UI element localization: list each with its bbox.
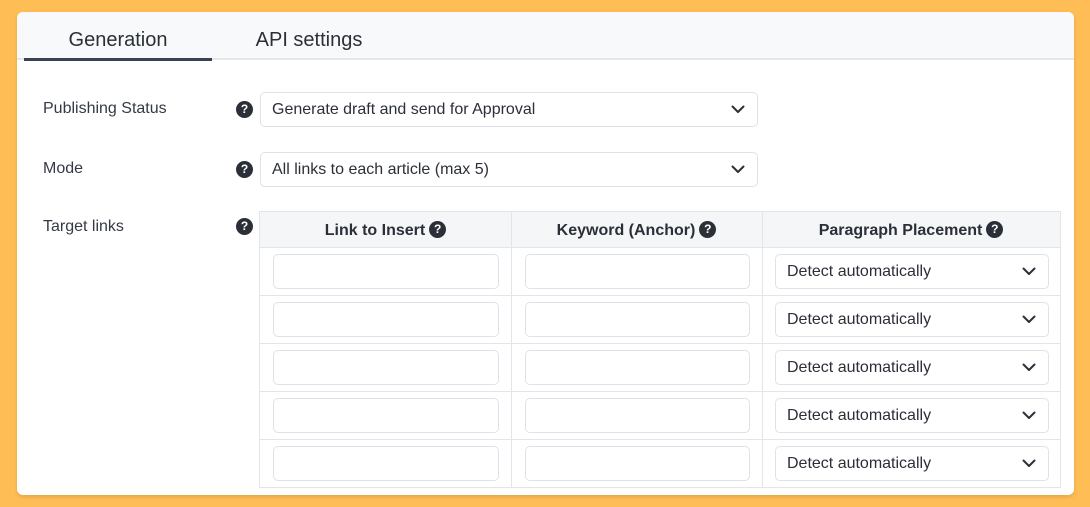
placement-value-5: Detect automatically	[787, 455, 932, 472]
target-links-label: Target links	[43, 218, 124, 235]
target-links-help-icon[interactable]: ?	[236, 218, 253, 235]
row-divider	[260, 295, 1060, 296]
link-input-4[interactable]	[273, 398, 499, 433]
placement-value-1: Detect automatically	[787, 263, 932, 280]
column-divider	[511, 212, 512, 487]
placement-select-5[interactable]: Detect automatically	[775, 446, 1049, 481]
column-divider	[762, 212, 763, 487]
placement-value-2: Detect automatically	[787, 311, 932, 328]
row-divider	[260, 343, 1060, 344]
placement-value-3: Detect automatically	[787, 359, 932, 376]
placement-select-3[interactable]: Detect automatically	[775, 350, 1049, 385]
mode-value: All links to each article (max 5)	[272, 161, 489, 178]
row-divider	[260, 391, 1060, 392]
placement-value-4: Detect automatically	[787, 407, 932, 424]
link-input-1[interactable]	[273, 254, 499, 289]
column-header-placement-label: Paragraph Placement	[818, 222, 983, 239]
keyword-input-4[interactable]	[525, 398, 750, 433]
tab-api-settings[interactable]: API settings	[224, 12, 394, 60]
link-input-5[interactable]	[273, 446, 499, 481]
tab-generation[interactable]: Generation	[24, 12, 212, 61]
placement-select-4[interactable]: Detect automatically	[775, 398, 1049, 433]
link-help-icon[interactable]: ?	[429, 221, 447, 238]
placement-select-2[interactable]: Detect automatically	[775, 302, 1049, 337]
link-input-2[interactable]	[273, 302, 499, 337]
publishing-status-value: Generate draft and send for Approval	[272, 101, 536, 118]
publishing-status-help-icon[interactable]: ?	[236, 101, 253, 118]
keyword-input-1[interactable]	[525, 254, 750, 289]
row-divider	[260, 439, 1060, 440]
keyword-input-5[interactable]	[525, 446, 750, 481]
mode-label: Mode	[43, 160, 84, 177]
column-header-placement: Paragraph Placement?	[762, 212, 1060, 248]
keyword-input-3[interactable]	[525, 350, 750, 385]
tab-bar: Generation API settings	[17, 12, 1074, 61]
placement-select-1[interactable]: Detect automatically	[775, 254, 1049, 289]
chevron-down-icon	[1022, 459, 1036, 467]
mode-select[interactable]: All links to each article (max 5)	[260, 152, 758, 187]
chevron-down-icon	[1022, 363, 1036, 371]
chevron-down-icon	[1022, 315, 1036, 323]
publishing-status-label: Publishing Status	[43, 100, 167, 117]
link-input-3[interactable]	[273, 350, 499, 385]
chevron-down-icon	[731, 105, 745, 113]
chevron-down-icon	[731, 165, 745, 173]
placement-help-icon[interactable]: ?	[986, 221, 1004, 238]
column-header-keyword-label: Keyword (Anchor)	[556, 222, 696, 239]
column-header-link-label: Link to Insert	[324, 222, 426, 239]
settings-card: Generation API settings Publishing Statu…	[17, 12, 1074, 495]
keyword-input-2[interactable]	[525, 302, 750, 337]
column-header-keyword: Keyword (Anchor)?	[511, 212, 762, 248]
keyword-help-icon[interactable]: ?	[699, 221, 717, 238]
target-links-table: Link to Insert? Keyword (Anchor)? Paragr…	[259, 211, 1061, 488]
mode-help-icon[interactable]: ?	[236, 161, 253, 178]
publishing-status-select[interactable]: Generate draft and send for Approval	[260, 92, 758, 127]
column-header-link: Link to Insert?	[260, 212, 511, 248]
chevron-down-icon	[1022, 267, 1036, 275]
chevron-down-icon	[1022, 411, 1036, 419]
